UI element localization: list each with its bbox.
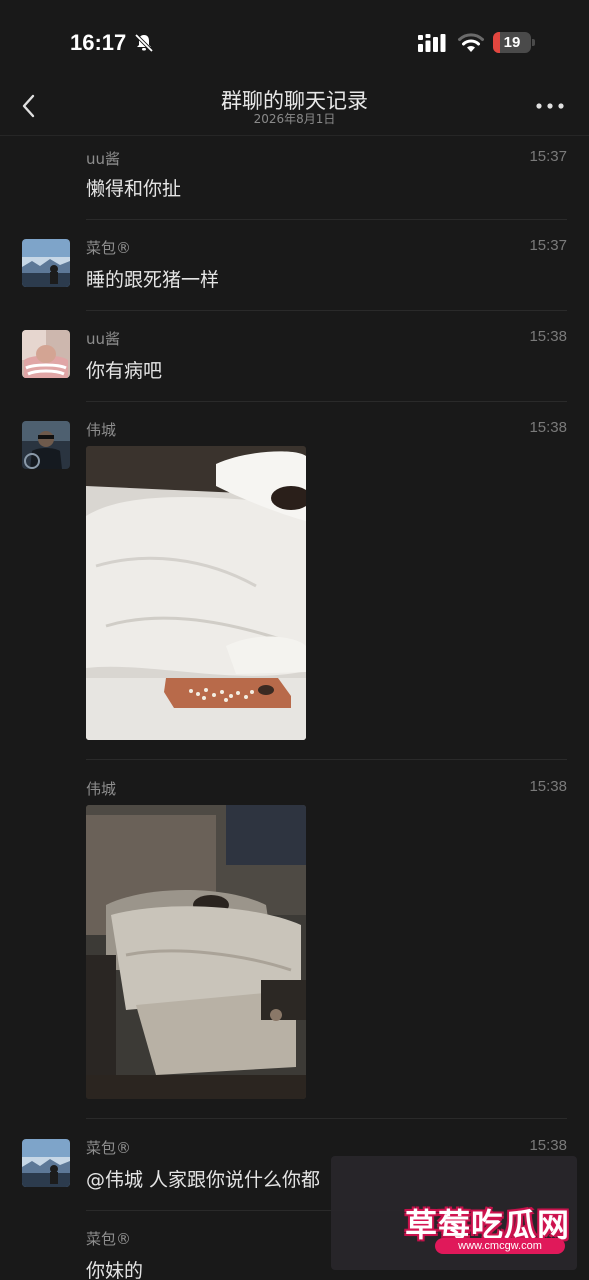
sender-name: 伟城 <box>86 780 117 798</box>
message-item[interactable]: uu酱 15:37 懒得和你扯 <box>0 136 589 220</box>
divider <box>86 401 567 402</box>
avatar[interactable] <box>22 421 70 469</box>
photo-hotel-room[interactable] <box>86 805 306 1099</box>
divider <box>86 219 567 220</box>
status-time: 16:17 <box>70 30 127 55</box>
watermark-url: www.cmcgw.com <box>435 1238 565 1254</box>
sender-name: uu酱 <box>86 330 121 348</box>
message-item[interactable]: 伟城 15:38 <box>0 768 589 1120</box>
photo-bed-closeup[interactable] <box>86 446 306 740</box>
sender-name: 菜包® <box>86 1139 132 1157</box>
message-text: 你妹的 <box>86 1260 144 1280</box>
message-time: 15:38 <box>529 328 567 345</box>
nav-bar: 群聊的聊天记录 2026年8月1日 <box>0 80 589 136</box>
more-dots-icon[interactable] <box>535 98 565 114</box>
message-item[interactable]: uu酱 15:38 你有病吧 <box>0 318 589 402</box>
message-time: 15:37 <box>529 237 567 254</box>
message-item[interactable]: 菜包® 15:37 睡的跟死猪一样 <box>0 227 589 311</box>
divider <box>86 1118 567 1119</box>
page-subtitle-date: 2026年8月1日 <box>253 112 336 126</box>
divider <box>86 759 567 760</box>
message-time: 15:38 <box>529 1137 567 1154</box>
message-time: 15:37 <box>529 148 567 165</box>
bell-muted-icon <box>134 33 154 53</box>
avatar[interactable] <box>22 330 70 378</box>
message-time: 15:38 <box>529 778 567 795</box>
avatar[interactable] <box>22 239 70 287</box>
message-item[interactable]: 伟城 15:38 <box>0 409 589 761</box>
sender-name: 菜包® <box>86 239 132 257</box>
cellular-signal-icon <box>418 34 446 52</box>
avatar[interactable] <box>22 1139 70 1187</box>
message-text: 懒得和你扯 <box>86 178 182 200</box>
message-text: 你有病吧 <box>86 360 163 382</box>
status-bar: 16:17 19 <box>0 0 589 80</box>
sender-name: 菜包® <box>86 1230 132 1248</box>
sender-name: 伟城 <box>86 421 117 439</box>
message-time: 15:38 <box>529 419 567 436</box>
sender-name: uu酱 <box>86 150 121 168</box>
divider <box>86 310 567 311</box>
watermark-logo: 草莓吃瓜网 www.cmcgw.com <box>331 1156 577 1270</box>
wifi-icon <box>458 33 484 52</box>
message-text: @伟城 人家跟你说什么你都 <box>86 1169 321 1191</box>
message-text: 睡的跟死猪一样 <box>86 269 220 291</box>
battery-icon: 19 <box>493 32 535 53</box>
battery-percent: 19 <box>503 34 521 51</box>
